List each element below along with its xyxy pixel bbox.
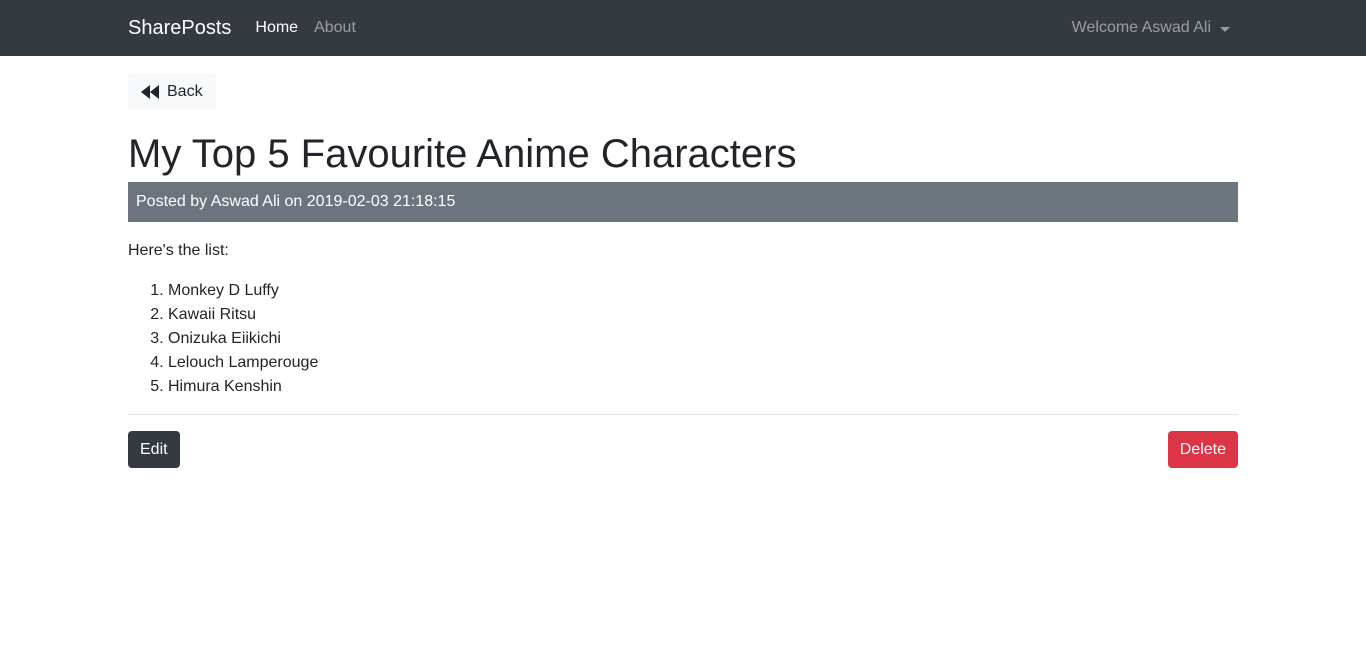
post-intro: Here's the list: xyxy=(128,242,229,259)
post-meta: Posted by Aswad Ali on 2019-02-03 21:18:… xyxy=(128,182,1238,222)
post-title: My Top 5 Favourite Anime Characters xyxy=(128,132,797,176)
list-item: Lelouch Lamperouge xyxy=(168,351,318,375)
character-list: Monkey D Luffy Kawaii Ritsu Onizuka Eiik… xyxy=(128,279,318,399)
navbar-inner: SharePosts Home About Welcome Aswad Ali xyxy=(128,0,1238,56)
nav-link-about[interactable]: About xyxy=(314,19,356,37)
back-button-label: Back xyxy=(167,82,203,100)
user-menu-toggle[interactable]: Welcome Aswad Ali xyxy=(1072,19,1230,37)
list-item: Kawaii Ritsu xyxy=(168,303,318,327)
divider xyxy=(128,414,1238,415)
navbar: SharePosts Home About Welcome Aswad Ali xyxy=(0,0,1366,56)
list-item: Monkey D Luffy xyxy=(168,279,318,303)
nav-link-home[interactable]: Home xyxy=(255,19,298,37)
brand-link[interactable]: SharePosts xyxy=(128,17,231,40)
back-button[interactable]: Back xyxy=(128,73,216,110)
list-item: Onizuka Eiikichi xyxy=(168,327,318,351)
list-item: Himura Kenshin xyxy=(168,375,318,399)
edit-button[interactable]: Edit xyxy=(128,431,180,468)
backward-icon xyxy=(141,84,159,99)
caret-down-icon xyxy=(1220,26,1230,32)
delete-button[interactable]: Delete xyxy=(1167,431,1238,468)
user-menu-label: Welcome Aswad Ali xyxy=(1071,19,1211,36)
